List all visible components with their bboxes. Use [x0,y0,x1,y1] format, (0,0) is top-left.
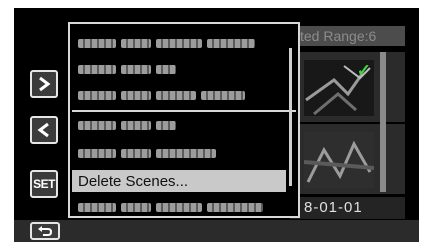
scene-thumbnail: ✓ [304,60,374,116]
check-icon: ✓ [356,61,371,80]
menu-item-label: Delete Scenes... [78,172,189,190]
camera-screen: ted Range:6 ✓ 8-01-01 SET Delete Scenes.… [14,8,419,242]
next-button[interactable] [30,70,58,98]
menu-item[interactable] [72,114,286,136]
chevron-left-icon [37,122,49,138]
bottom-bar [14,220,419,242]
list-scrollbar[interactable] [380,52,386,192]
chevron-right-icon [39,76,51,92]
previous-button[interactable] [30,116,58,144]
set-button[interactable]: SET [30,170,58,198]
menu-item[interactable] [72,32,286,54]
scene-date: 8-01-01 [290,197,405,219]
menu-item[interactable] [72,142,286,164]
menu-item[interactable] [72,58,286,80]
list-item[interactable] [290,124,405,194]
menu-item[interactable] [72,196,286,216]
return-arrow-icon [38,226,53,236]
set-button-label: SET [33,177,55,191]
menu-divider [72,110,296,112]
menu-scrollbar[interactable] [289,48,292,186]
options-menu: Delete Scenes... [68,22,300,218]
scene-thumbnail [304,132,374,188]
menu-item-delete-scenes[interactable]: Delete Scenes... [72,170,286,192]
menu-item[interactable] [72,84,286,106]
list-item[interactable]: ✓ [290,52,405,122]
range-header: ted Range:6 [290,26,405,46]
return-button[interactable] [30,222,60,240]
